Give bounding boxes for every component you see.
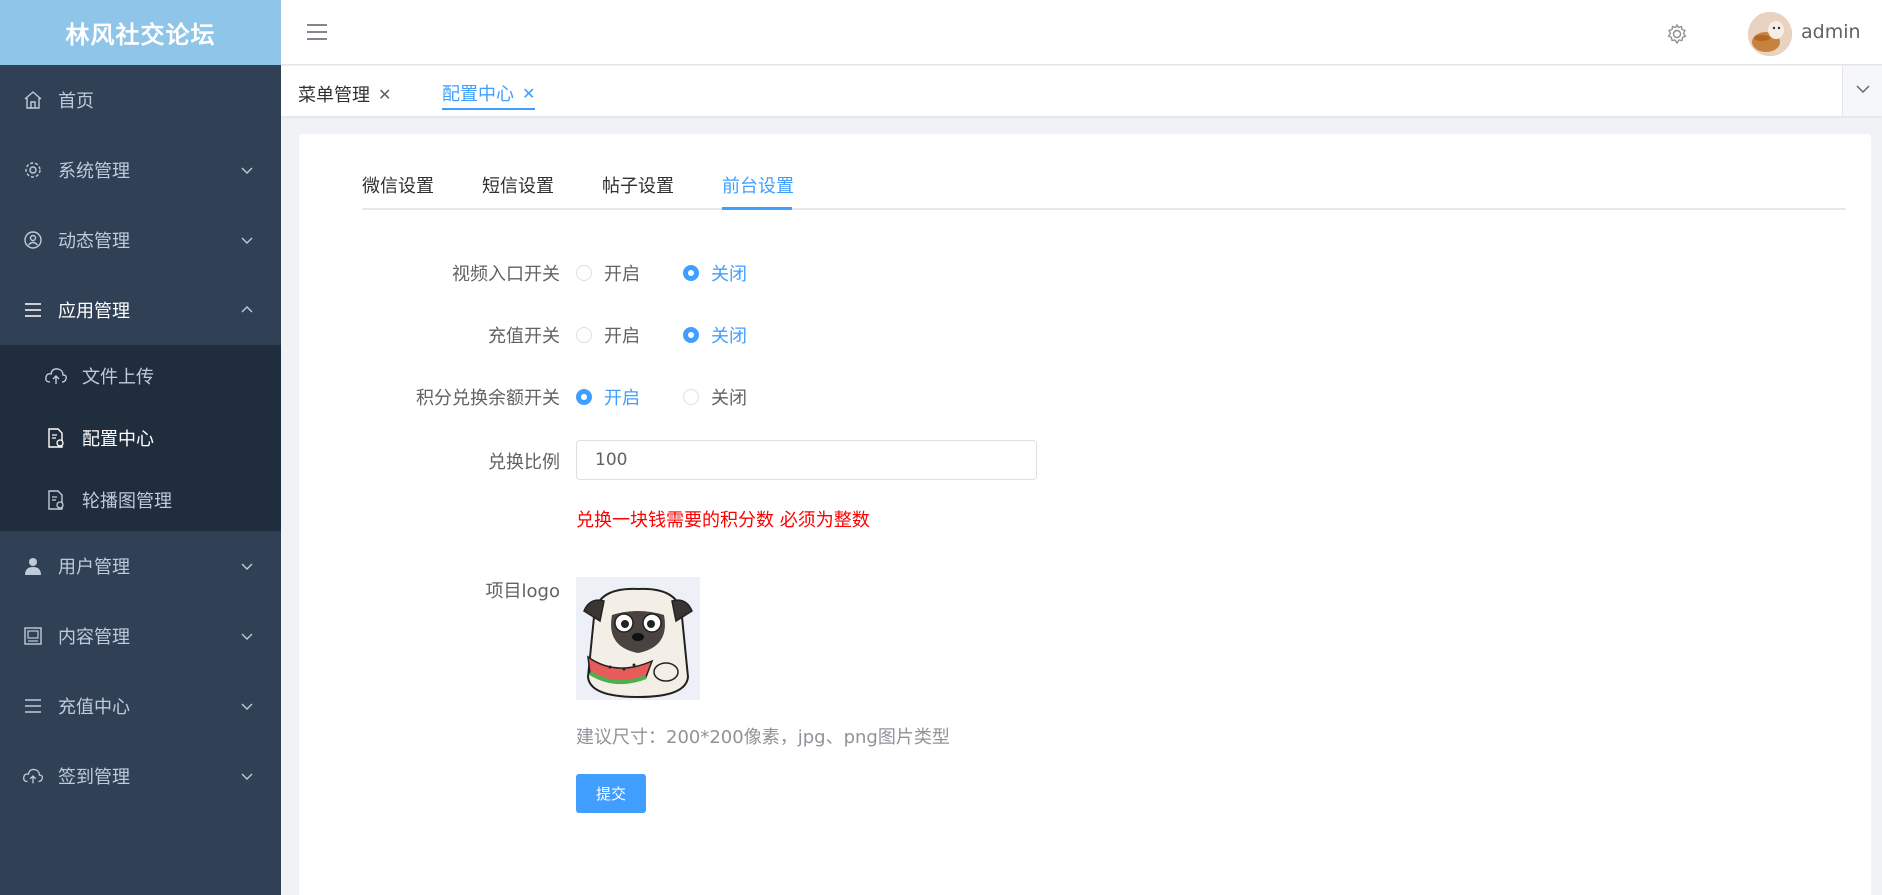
sidebar-item-recharge[interactable]: 充值中心 — [0, 671, 281, 741]
sidebar-item-label: 首页 — [58, 91, 94, 112]
user-icon — [22, 555, 44, 577]
list-icon — [22, 695, 44, 717]
radio-dot — [683, 389, 699, 405]
hamburger-icon[interactable] — [305, 20, 329, 44]
recharge-switch-on-radio[interactable]: 开启 — [576, 322, 640, 348]
cloud-upload-icon — [44, 364, 68, 388]
tag-label: 配置中心 — [442, 84, 514, 105]
points-switch-on-radio[interactable]: 开启 — [576, 384, 640, 410]
chevron-down-icon — [1855, 81, 1871, 101]
sidebar-item-label: 动态管理 — [58, 231, 130, 252]
tab-frontend-settings[interactable]: 前台设置 — [722, 172, 794, 210]
form-label: 视频入口开关 — [452, 264, 560, 285]
radio-dot — [683, 327, 699, 343]
username[interactable]: admin — [1801, 21, 1861, 43]
cloud-upload-icon — [22, 765, 44, 787]
chevron-up-icon — [239, 302, 255, 318]
sidebar: 林风社交论坛 首页 系统管理 动态管理 应用管理 文件上传 配置中心 轮播图管理… — [0, 0, 281, 895]
settings-gear-icon[interactable] — [1666, 23, 1688, 45]
radio-label: 关闭 — [711, 264, 747, 285]
gear-icon — [22, 159, 44, 181]
ratio-input[interactable] — [576, 440, 1037, 480]
home-icon — [22, 89, 44, 111]
sidebar-item-label: 内容管理 — [58, 627, 130, 648]
form-label: 兑换比例 — [488, 452, 560, 473]
tags-bar: 菜单管理 ✕ 配置中心 ✕ — [281, 66, 1882, 116]
sidebar-item-label: 签到管理 — [58, 767, 130, 788]
tags-dropdown-button[interactable] — [1842, 66, 1882, 116]
radio-label: 关闭 — [711, 326, 747, 347]
close-icon[interactable]: ✕ — [522, 84, 535, 103]
chevron-down-icon — [239, 232, 255, 248]
submit-button[interactable]: 提交 — [576, 774, 646, 813]
radio-dot — [576, 389, 592, 405]
sidebar-item-apps[interactable]: 应用管理 — [0, 275, 281, 345]
sidebar-item-carousel[interactable]: 轮播图管理 — [0, 469, 281, 531]
app-title: 林风社交论坛 — [65, 21, 216, 49]
config-card: 微信设置 短信设置 帖子设置 前台设置 视频入口开关 开启 关闭 充值开关 开启… — [299, 134, 1871, 895]
recharge-switch-off-radio[interactable]: 关闭 — [683, 322, 747, 348]
sidebar-item-label: 用户管理 — [58, 557, 130, 578]
points-switch-off-radio[interactable]: 关闭 — [683, 384, 747, 410]
close-icon[interactable]: ✕ — [378, 85, 391, 104]
radio-label: 开启 — [604, 264, 640, 285]
tag-menu-management[interactable]: 菜单管理 ✕ — [298, 78, 391, 110]
project-logo-image[interactable] — [576, 577, 700, 700]
radio-label: 开启 — [604, 326, 640, 347]
active-tab-indicator — [722, 207, 792, 210]
tab-post-settings[interactable]: 帖子设置 — [602, 172, 674, 210]
document-gear-icon — [44, 488, 68, 512]
video-switch-off-radio[interactable]: 关闭 — [683, 260, 747, 286]
sidebar-item-content[interactable]: 内容管理 — [0, 601, 281, 671]
sidebar-item-system[interactable]: 系统管理 — [0, 135, 281, 205]
chevron-down-icon — [239, 768, 255, 784]
sidebar-item-label: 系统管理 — [58, 161, 130, 182]
sidebar-item-users[interactable]: 用户管理 — [0, 531, 281, 601]
sidebar-item-file-upload[interactable]: 文件上传 — [0, 345, 281, 407]
sidebar-item-label: 轮播图管理 — [82, 491, 172, 512]
sidebar-item-label: 文件上传 — [82, 367, 154, 388]
sidebar-item-checkin[interactable]: 签到管理 — [0, 741, 281, 811]
radio-dot — [683, 265, 699, 281]
video-switch-on-radio[interactable]: 开启 — [576, 260, 640, 286]
sidebar-item-label: 配置中心 — [82, 429, 154, 450]
ratio-hint: 兑换一块钱需要的积分数 必须为整数 — [576, 510, 870, 531]
tab-sms-settings[interactable]: 短信设置 — [482, 172, 554, 210]
logo-hint: 建议尺寸：200*200像素，jpg、png图片类型 — [576, 727, 950, 748]
avatar[interactable] — [1748, 12, 1792, 56]
radio-label: 开启 — [604, 388, 640, 409]
sidebar-submenu-apps: 文件上传 配置中心 轮播图管理 — [0, 345, 281, 531]
radio-label: 关闭 — [711, 388, 747, 409]
form-label: 积分兑换余额开关 — [416, 388, 560, 409]
tag-config-center[interactable]: 配置中心 ✕ — [442, 78, 536, 110]
document-gear-icon — [44, 426, 68, 450]
sidebar-item-label: 充值中心 — [58, 697, 130, 718]
radio-dot — [576, 265, 592, 281]
chevron-down-icon — [239, 698, 255, 714]
form-label: 充值开关 — [488, 326, 560, 347]
form-label: 项目logo — [485, 581, 560, 602]
tab-wechat-settings[interactable]: 微信设置 — [362, 172, 434, 210]
app-logo[interactable]: 林风社交论坛 — [0, 0, 281, 65]
radio-dot — [576, 327, 592, 343]
sidebar-item-dynamics[interactable]: 动态管理 — [0, 205, 281, 275]
picture-icon — [22, 625, 44, 647]
topbar: admin — [281, 0, 1882, 65]
chevron-down-icon — [239, 162, 255, 178]
user-circle-icon — [22, 229, 44, 251]
chevron-down-icon — [239, 558, 255, 574]
tag-label: 菜单管理 — [298, 85, 370, 106]
sidebar-item-config-center[interactable]: 配置中心 — [0, 407, 281, 469]
chevron-down-icon — [239, 628, 255, 644]
list-icon — [22, 299, 44, 321]
sidebar-item-home[interactable]: 首页 — [0, 65, 281, 135]
settings-tabs: 微信设置 短信设置 帖子设置 前台设置 — [362, 172, 1846, 210]
sidebar-item-label: 应用管理 — [58, 301, 130, 322]
